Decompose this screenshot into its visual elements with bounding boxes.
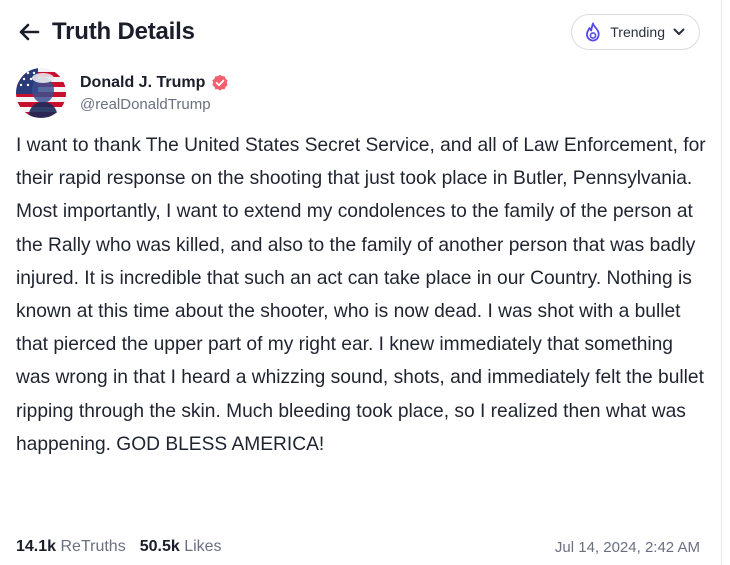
likes-label: Likes bbox=[184, 538, 222, 555]
flame-icon bbox=[586, 22, 600, 42]
author-text: Donald J. Trump @realDonaldTrump bbox=[80, 74, 229, 113]
author-block: Donald J. Trump @realDonaldTrump bbox=[16, 68, 229, 118]
back-button[interactable] bbox=[16, 19, 42, 45]
truth-details-page: Truth Details Trending Donald J. Trump @… bbox=[0, 0, 730, 565]
trending-dropdown[interactable]: Trending bbox=[571, 14, 700, 50]
trending-label: Trending bbox=[610, 24, 665, 40]
name-row: Donald J. Trump bbox=[80, 74, 229, 92]
verified-badge-icon bbox=[212, 74, 228, 91]
author-handle[interactable]: @realDonaldTrump bbox=[80, 96, 229, 113]
author-name[interactable]: Donald J. Trump bbox=[80, 74, 205, 92]
retruths-stat[interactable]: 14.1k ReTruths bbox=[16, 538, 126, 556]
likes-stat[interactable]: 50.5k Likes bbox=[140, 538, 222, 556]
likes-count: 50.5k bbox=[139, 538, 180, 555]
chevron-down-icon bbox=[673, 28, 685, 35]
retruths-count: 14.1k bbox=[16, 538, 57, 555]
post-text: I want to thank The United States Secret… bbox=[16, 135, 706, 455]
avatar[interactable] bbox=[16, 68, 66, 118]
divider bbox=[721, 0, 722, 565]
post-timestamp: Jul 14, 2024, 2:42 AM bbox=[554, 538, 700, 556]
post-stats: 14.1k ReTruths 50.5k Likes bbox=[16, 538, 222, 556]
avatar-image-icon bbox=[16, 68, 66, 118]
post-footer: 14.1k ReTruths 50.5k Likes Jul 14, 2024,… bbox=[16, 538, 700, 556]
retruths-label: ReTruths bbox=[60, 538, 126, 555]
arrow-left-icon bbox=[19, 23, 40, 41]
page-title: Truth Details bbox=[52, 18, 195, 45]
header: Truth Details Trending bbox=[16, 10, 700, 54]
header-left: Truth Details bbox=[16, 18, 195, 46]
